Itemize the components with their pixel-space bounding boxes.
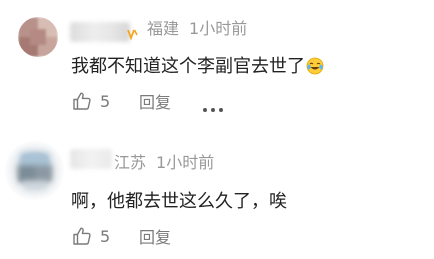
avatar[interactable]	[5, 141, 64, 200]
location-label: 江苏	[114, 153, 147, 172]
comment-actions: 5 回复	[71, 224, 171, 248]
like-count: 5	[100, 226, 111, 246]
username-blurred[interactable]	[70, 149, 112, 169]
thumbs-up-icon[interactable]	[71, 225, 93, 247]
location-label: 福建	[147, 19, 180, 38]
timestamp: 1小时前	[156, 153, 215, 172]
like-count: 5	[100, 91, 111, 111]
reply-button[interactable]: 回复	[139, 89, 171, 113]
more-options-icon[interactable]	[202, 98, 224, 112]
reply-button[interactable]: 回复	[139, 224, 171, 248]
comment-body: 啊，他都去世这么久了，唉	[71, 191, 287, 212]
comment-body: 我都不知道这个李副官去世了	[71, 56, 305, 77]
timestamp: 1小时前	[189, 19, 248, 38]
comment-actions: 5 回复	[71, 89, 224, 113]
comment-meta: 福建 1小时前	[147, 19, 247, 39]
comment-meta: 江苏 1小时前	[114, 153, 214, 173]
thumbs-up-icon[interactable]	[71, 90, 93, 112]
username-blurred[interactable]	[70, 22, 130, 42]
vip-badge-icon	[126, 25, 139, 41]
comment-list: 福建 1小时前 我都不知道这个李副官去世了 5 回复 江苏 1小时前 啊，他都去…	[0, 0, 434, 259]
avatar[interactable]	[18, 17, 58, 57]
crying-laughing-emoji-icon	[306, 57, 324, 75]
comment-text: 啊，他都去世这么久了，唉	[71, 190, 287, 214]
comment-text: 我都不知道这个李副官去世了	[71, 55, 324, 79]
